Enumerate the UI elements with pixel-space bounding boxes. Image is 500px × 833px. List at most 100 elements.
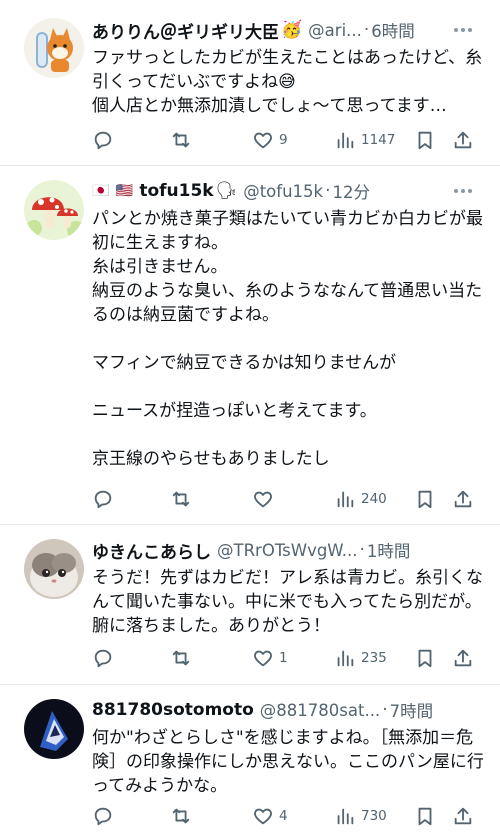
timestamp[interactable]: 7時間 [390,698,434,722]
retweet-icon [172,491,190,507]
user-handle[interactable]: @ari... [308,21,362,40]
timestamp[interactable]: 12分 [333,179,371,203]
views-button[interactable]: 730 [334,803,387,829]
timestamp[interactable]: 1時間 [367,538,411,562]
like-button[interactable] [252,486,279,512]
abstract-avatar-image [24,699,84,759]
tweet-text: ファサっとしたカビが生えたことはあったけど、糸引くってだいぶですよね😅 個人店と… [92,48,483,116]
like-button[interactable]: 9 [252,127,288,153]
cat-avatar-image [24,539,84,599]
bookmark-button[interactable] [414,803,436,829]
bookmark-button[interactable] [414,486,436,512]
bookmark-button[interactable] [414,127,436,153]
retweet-icon [172,808,190,824]
bookmark-icon [418,490,432,509]
share-button[interactable] [452,127,474,153]
share-icon [454,490,472,508]
reply-icon [94,649,112,668]
view-count: 1147 [361,132,396,148]
fox-avatar-image [24,18,84,78]
separator-dot: · [359,540,365,560]
like-button[interactable]: 4 [252,803,288,829]
view-count: 730 [361,808,387,824]
reply-button[interactable] [92,645,119,671]
like-button[interactable]: 1 [252,645,288,671]
retweet-button[interactable] [170,645,197,671]
heart-icon [254,650,272,667]
share-button[interactable] [452,486,474,512]
view-count: 240 [361,491,387,507]
user-handle[interactable]: @tofu15k [243,182,323,201]
views-icon [337,132,354,149]
retweet-icon [172,132,190,148]
tweet-actions: 4 730 [92,803,482,829]
views-button[interactable]: 1147 [334,127,395,153]
heart-icon [254,808,272,825]
tweet-actions: 9 1147 [92,127,482,153]
reply-icon [94,131,112,150]
bookmark-icon [418,131,432,150]
views-button[interactable]: 235 [334,645,387,671]
tweet-feed: ありりん＠ギリギリ大臣 🥳 @ari... · 6時間 ファサっとしたカビが生え… [0,0,500,833]
reply-button[interactable] [92,127,119,153]
more-options-icon[interactable] [454,26,476,34]
reply-button[interactable] [92,803,119,829]
tweet-text: パンとか焼き菓子類はたいてい青カビか白カビが最初に生えますね。 糸は引きません。… [92,209,483,469]
party-face-emoji: 🥳 [281,20,303,40]
bookmark-icon [418,649,432,668]
tweet-text: そうだ！先ずはカビだ！アレ系は青カビ。糸引くなんて聞いた事ない。中に米でも入って… [92,568,483,636]
reply-button[interactable] [92,486,119,512]
tweet-actions: 240 [92,486,482,512]
display-name[interactable]: ありりん＠ギリギリ大臣 [92,18,279,43]
avatar[interactable] [24,699,84,759]
share-icon [454,131,472,149]
separator-dot: · [325,181,331,201]
tweet-actions: 1 235 [92,645,482,671]
retweet-button[interactable] [170,486,197,512]
tweet-text: 何か"わざとらしさ"を感じますよね。［無添加＝危険］の印象操作にしか思えない。こ… [92,728,484,796]
view-count: 235 [361,650,387,666]
separator-dot: · [382,700,388,720]
like-count: 1 [279,650,288,666]
share-icon [454,649,472,667]
avatar[interactable] [24,539,84,599]
like-count: 9 [279,132,288,148]
tweet[interactable]: 881780sotomoto @881780sat... · 7時間 何か"わざ… [0,685,500,833]
display-name[interactable]: tofu15k [139,181,213,201]
more-options-icon[interactable] [454,187,476,195]
display-name[interactable]: ゆきんこあらし [92,538,211,563]
user-handle[interactable]: @881780sat... [260,701,380,720]
share-button[interactable] [452,803,474,829]
views-icon [337,808,354,825]
views-button[interactable]: 240 [334,486,387,512]
reply-icon [94,490,112,509]
mushroom-avatar-image [24,180,84,240]
timestamp[interactable]: 6時間 [371,18,415,42]
avatar[interactable] [24,18,84,78]
heart-icon [254,491,272,508]
tweet-header: ありりん＠ギリギリ大臣 🥳 @ari... · 6時間 [92,16,486,44]
retweet-button[interactable] [170,127,197,153]
share-button[interactable] [452,645,474,671]
separator-dot: · [363,20,370,40]
tweet-header: 🇯🇵 🇺🇸 tofu15k 🗣 @tofu15k · 12分 [92,177,486,205]
retweet-button[interactable] [170,803,197,829]
speaking-head-emoji: 🗣 [215,181,238,201]
avatar[interactable] [24,180,84,240]
share-icon [454,807,472,825]
views-icon [337,650,354,667]
like-count: 4 [279,808,288,824]
views-icon [337,491,354,508]
display-name[interactable]: 881780sotomoto [92,700,254,720]
tweet-header: ゆきんこあらし @TRrOTsWvgW... · 1時間 [92,536,486,564]
tweet[interactable]: 🇯🇵 🇺🇸 tofu15k 🗣 @tofu15k · 12分 パンとか焼き菓子類… [0,166,500,525]
user-handle[interactable]: @TRrOTsWvgW... [217,541,357,560]
tweet[interactable]: ありりん＠ギリギリ大臣 🥳 @ari... · 6時間 ファサっとしたカビが生え… [0,0,500,166]
heart-icon [254,132,272,149]
flag-emojis: 🇯🇵 🇺🇸 [92,183,135,199]
reply-icon [94,807,112,826]
bookmark-button[interactable] [414,645,436,671]
tweet-header: 881780sotomoto @881780sat... · 7時間 [92,696,486,724]
bookmark-icon [418,807,432,826]
tweet[interactable]: ゆきんこあらし @TRrOTsWvgW... · 1時間 そうだ！先ずはカビだ！… [0,525,500,685]
